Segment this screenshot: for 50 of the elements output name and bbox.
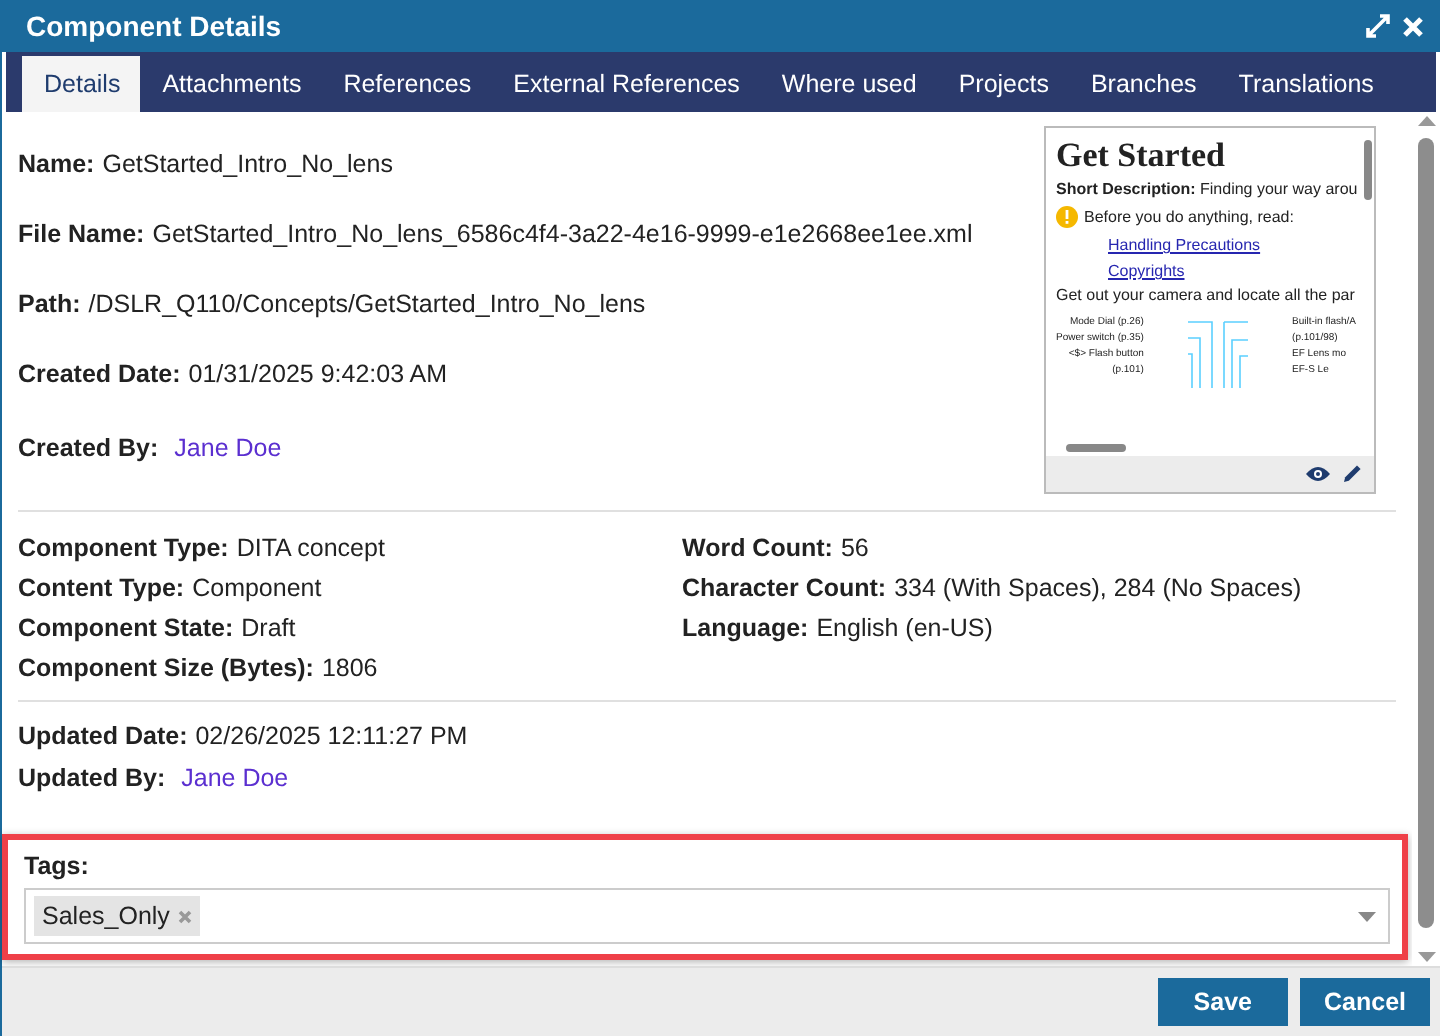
field-label: Created By: (18, 434, 159, 462)
field-text: Content Type: Component (18, 574, 322, 602)
tab[interactable]: Branches (1068, 56, 1217, 112)
preview-text: Before you do anything, read: (1084, 207, 1294, 225)
scroll-up-icon[interactable] (1417, 116, 1435, 126)
tab[interactable]: Details (22, 56, 141, 112)
field-text: Component State: Draft (18, 614, 296, 642)
pencil-icon[interactable] (1342, 464, 1362, 484)
field-text: File Name: GetStarted_Intro_No_lens_6586c4f4-3a22-4e16-9999-e1e2668ee1ee.xml (18, 219, 973, 247)
maximize-icon[interactable] (1366, 14, 1390, 38)
scrollbar-thumb[interactable] (1066, 443, 1126, 451)
tags-field[interactable]: Sales_Only (24, 888, 1390, 944)
field-text: Language: English (en-US) (682, 614, 993, 642)
field-text: Character Count: 334 (With Spaces), 284 (No Spaces) (682, 574, 1302, 602)
preview-heading: Get Started (1056, 136, 1228, 176)
scrollbar-thumb[interactable] (1418, 138, 1434, 928)
field-label: Tags: (24, 852, 91, 880)
field-text: Word Count: 56 (682, 534, 869, 562)
tab[interactable]: Translations (1216, 56, 1394, 112)
user-link[interactable]: Jane Doe (174, 434, 282, 462)
scroll-down-icon[interactable] (1417, 952, 1435, 962)
preview-link[interactable]: Handling Precautions (1108, 236, 1261, 254)
field-label: Updated By: (18, 763, 166, 791)
tab[interactable]: Projects (936, 56, 1069, 112)
field-text: Path: /DSLR_Q110/Concepts/GetStarted_Intro_No_lens (18, 289, 646, 317)
tab[interactable]: Attachments (140, 56, 322, 112)
scrollbar-thumb[interactable] (1363, 140, 1371, 200)
field-text: Component Size (Bytes): 1806 (18, 654, 378, 682)
user-link[interactable]: Jane Doe (181, 763, 289, 791)
field-text: Updated Date: 02/26/2025 12:11:27 PM (18, 721, 468, 749)
leader-lines-drawing (1187, 316, 1248, 388)
preview-text: Short Description: Finding your way arou (1056, 180, 1360, 198)
scrollbar[interactable] (1412, 112, 1440, 966)
eye-icon[interactable] (1306, 466, 1330, 482)
close-icon[interactable] (1402, 15, 1424, 37)
tab[interactable]: Where used (759, 56, 937, 112)
warning-icon (1056, 205, 1078, 227)
window-title: Component Details (26, 10, 282, 42)
tab[interactable]: References (321, 56, 492, 112)
tab[interactable]: External References (491, 56, 760, 112)
preview-link[interactable]: Copyrights (1108, 262, 1185, 280)
preview-text: Get out your camera and locate all the par (1056, 286, 1357, 304)
field-text: Component Type: DITA concept (18, 534, 385, 562)
dialog-button[interactable]: Save (1157, 978, 1288, 1026)
remove-icon[interactable] (177, 909, 192, 923)
dropdown-caret-icon[interactable] (1358, 911, 1376, 921)
dialog-button[interactable]: Cancel (1300, 978, 1430, 1026)
field-text: Name: GetStarted_Intro_No_lens (18, 149, 393, 177)
field-text: Created Date: 01/31/2025 9:42:03 AM (18, 359, 448, 387)
tag-text: Sales_Only (42, 902, 170, 930)
